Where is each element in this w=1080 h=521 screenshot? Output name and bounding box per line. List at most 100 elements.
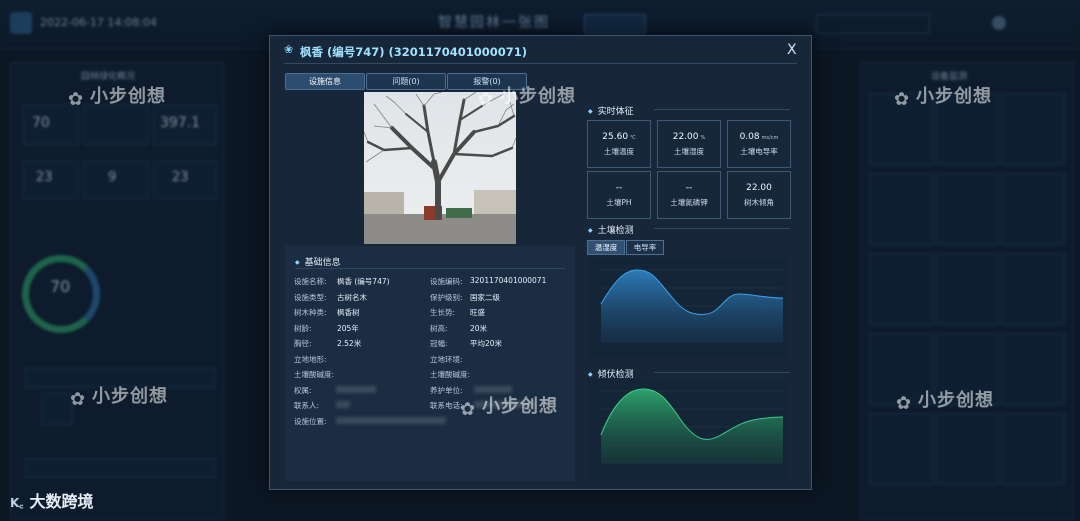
vital-card-soil-conductivity: 0.08 ms/cm 土壤电导率 <box>727 120 791 168</box>
info-field: 树木种类: 枫香树 <box>294 307 360 318</box>
info-field: 联系人: <box>294 400 350 411</box>
device-tile <box>935 173 999 245</box>
info-label: 树龄: <box>294 323 312 333</box>
left-panel-title: 园林绿化概况 <box>81 72 136 82</box>
divider <box>654 372 790 373</box>
device-tile <box>869 253 933 325</box>
redacted-value <box>336 401 350 408</box>
tilt-chart <box>587 379 789 479</box>
pinwheel-icon: ✿ <box>478 89 495 110</box>
close-button[interactable]: X <box>787 42 797 58</box>
info-label: 设施位置: <box>294 416 327 426</box>
info-value: 旺盛 <box>470 308 485 317</box>
info-label: 生长势: <box>430 308 456 317</box>
device-tile <box>1001 253 1065 325</box>
info-field: 设施类型: 古树名木 <box>294 292 367 303</box>
device-tile <box>1001 413 1065 485</box>
info-label: 设施名称: <box>294 277 327 286</box>
pinwheel-icon: ✿ <box>894 89 911 110</box>
info-value: 3201170401000071 <box>470 276 547 285</box>
conductivity-toggle[interactable]: 电导率 <box>626 240 664 255</box>
watermark: ✿ 小步创想 <box>68 86 166 110</box>
pinwheel-icon: ✿ <box>68 89 85 110</box>
watermark: ✿ 小步创想 <box>70 386 168 410</box>
datetime: 2022-06-17 14:08:04 <box>40 16 157 29</box>
info-label: 胸径: <box>294 339 312 348</box>
info-field: 树高: 20米 <box>430 323 487 334</box>
info-value: 枫香树 <box>337 308 360 317</box>
info-label: 养护单位: <box>430 385 463 395</box>
info-field: 联系电话: <box>430 400 534 411</box>
info-label: 土壤酸碱度: <box>294 370 335 379</box>
tilt-area <box>601 389 783 463</box>
info-label: 设施编码: <box>430 277 463 286</box>
device-tile <box>1001 333 1065 405</box>
stat-tile <box>83 105 149 145</box>
info-label: 冠幅: <box>430 339 448 348</box>
info-field: 立地环境: <box>430 354 463 365</box>
right-device-panel: 设备监测 <box>860 62 1074 519</box>
app-logo <box>10 12 32 34</box>
divider <box>295 268 565 269</box>
watermark: ✿ 小步创想 <box>896 390 994 414</box>
basic-info-title: 基础信息 <box>295 255 341 268</box>
divider <box>654 228 790 229</box>
info-field: 养护单位: <box>430 385 512 396</box>
vital-card-soil-ph: -- 土壤PH <box>587 171 651 219</box>
info-field: 设施名称: 枫香 (编号747) <box>294 276 390 287</box>
vitals-title: 实时体征 <box>588 104 634 117</box>
pinwheel-icon: ✿ <box>70 389 87 410</box>
watermark: ✿ 小步创想 <box>894 86 992 110</box>
info-value: 20米 <box>470 323 488 333</box>
temp-humidity-toggle[interactable]: 温湿度 <box>587 240 625 255</box>
info-value: 平均20米 <box>470 339 503 348</box>
info-value: 国家二级 <box>470 292 500 302</box>
tab-issues[interactable]: 问题(0) <box>366 73 446 90</box>
vital-card-soil-humidity: 22.00% 土壤湿度 <box>657 120 721 168</box>
tree-icon: ❀ <box>284 43 294 56</box>
info-label: 权属: <box>294 385 312 395</box>
right-panel-title: 设备监测 <box>931 72 968 82</box>
search-input[interactable] <box>816 14 930 34</box>
info-field: 胸径: 2.52米 <box>294 338 361 349</box>
soil-detection-title: 土壤检测 <box>588 223 634 236</box>
dashboard-title: 智慧园林一张图 <box>438 15 550 31</box>
region-select[interactable] <box>584 14 646 34</box>
info-label: 土壤酸碱度: <box>430 370 471 379</box>
info-label: 树木种类: <box>294 308 327 317</box>
info-field: 保护级别: 国家二级 <box>430 292 500 303</box>
device-tile <box>1001 173 1065 245</box>
stat-tile: 397.1 <box>153 105 217 145</box>
stat-tile: 9 <box>83 161 149 199</box>
vital-card-soil-npk: -- 土壤氮磷钾 <box>657 171 721 219</box>
vital-card-soil-temp: 25.60 ℃ 土壤温度 <box>587 120 651 168</box>
stat-tile: 70 <box>23 105 79 145</box>
ring-value: 70 <box>50 277 71 296</box>
info-label: 设施类型: <box>294 292 327 302</box>
header-divider <box>284 63 797 64</box>
info-value: 枫香 (编号747) <box>337 277 390 286</box>
pinwheel-icon: ✿ <box>896 393 913 414</box>
divider <box>654 109 790 110</box>
device-tile <box>1001 93 1065 165</box>
dialog-header: ❀ 枫香 (编号747) (3201170401000071) X <box>270 36 811 66</box>
list-item <box>25 458 215 478</box>
info-label: 立地地形: <box>294 354 327 364</box>
device-tile <box>935 413 999 485</box>
info-field: 土壤酸碱度: <box>294 369 334 380</box>
info-label: 树高: <box>430 323 448 333</box>
info-label: 保护级别: <box>430 292 463 302</box>
info-field: 立地地形: <box>294 354 327 365</box>
device-tile <box>869 413 933 485</box>
vital-card-tree-tilt: 22.00 树木倾角 <box>727 171 791 219</box>
info-field: 设施位置: <box>294 416 446 427</box>
pinwheel-icon: ✿ <box>460 399 477 420</box>
avatar[interactable] <box>992 16 1006 30</box>
info-field: 设施编码: 3201170401000071 <box>430 276 546 287</box>
tab-facility-info[interactable]: 设施信息 <box>285 73 365 90</box>
info-field: 树龄: 205年 <box>294 323 359 334</box>
info-label: 联系人: <box>294 401 320 410</box>
watermark: ✿ 小步创想 <box>460 396 558 420</box>
info-value: 2.52米 <box>337 339 362 348</box>
info-field: 土壤酸碱度: <box>430 369 470 380</box>
